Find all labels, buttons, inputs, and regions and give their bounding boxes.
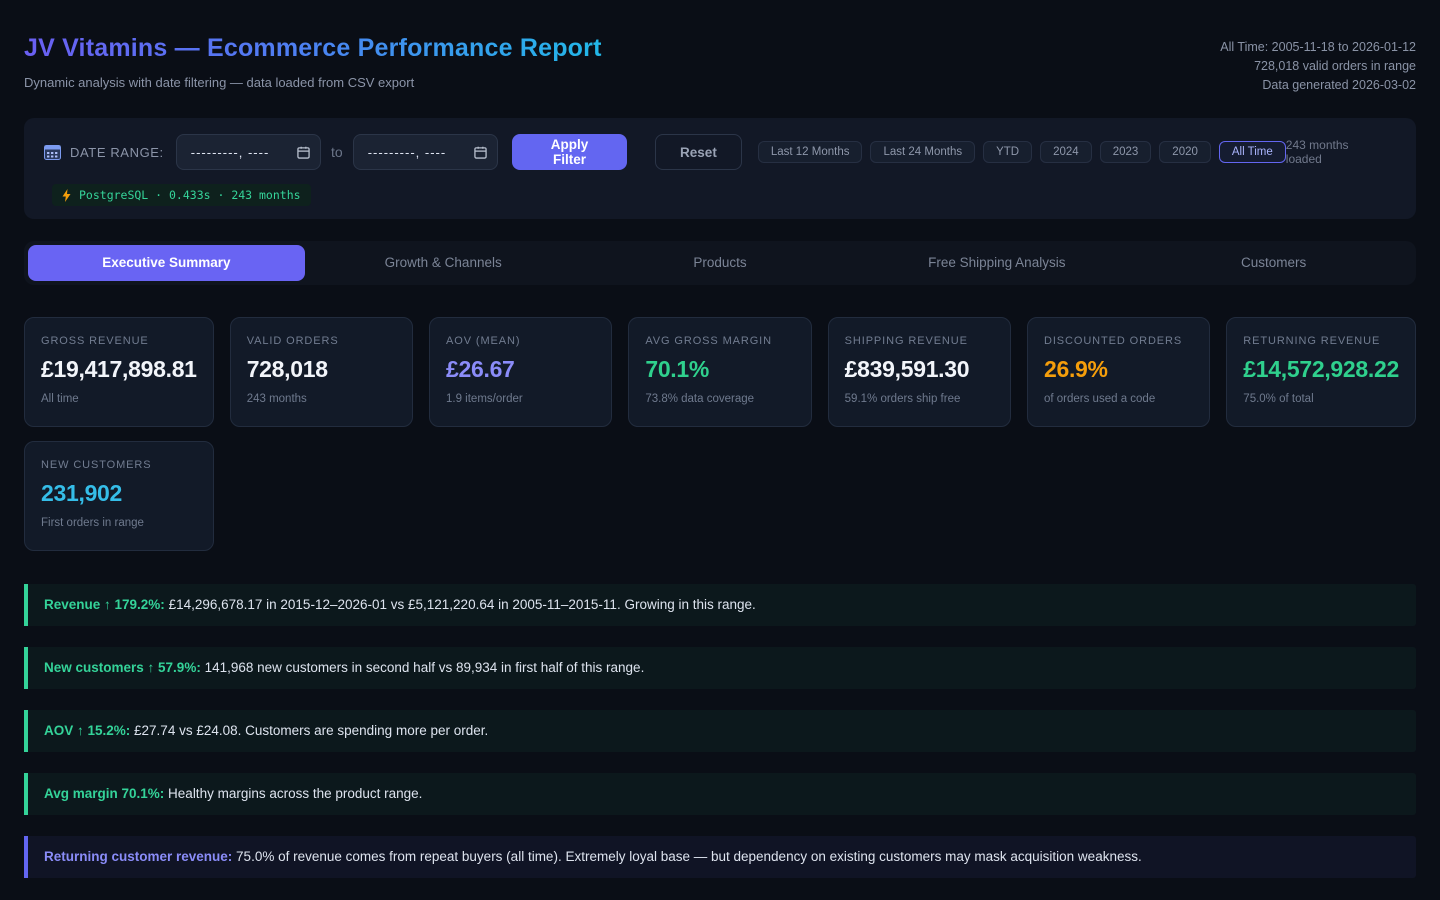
date-from-placeholder: ---------, ---- [191, 145, 270, 160]
tab-free-shipping-analysis[interactable]: Free Shipping Analysis [858, 245, 1135, 281]
kpi-sub: 75.0% of total [1243, 393, 1399, 405]
kpi-sub: of orders used a code [1044, 393, 1193, 405]
kpi-label: VALID ORDERS [247, 335, 396, 347]
date-from-input[interactable]: ---------, ---- [176, 134, 321, 170]
date-picker-icon[interactable] [297, 146, 310, 159]
kpi-label: AVG GROSS MARGIN [645, 335, 794, 347]
insight-lead: Returning customer revenue: [44, 849, 232, 864]
kpi-label: RETURNING REVENUE [1243, 335, 1399, 347]
kpi-value: 231,902 [41, 480, 197, 507]
kpi-label: DISCOUNTED ORDERS [1044, 335, 1193, 347]
date-filter-bar: DATE RANGE: ---------, ---- to ---------… [24, 118, 1416, 219]
kpi-value: £26.67 [446, 356, 595, 383]
kpi-value: £14,572,928.22 [1243, 356, 1399, 383]
insight-avg-margin: Avg margin 70.1%: Healthy margins across… [24, 773, 1416, 815]
tab-executive-summary[interactable]: Executive Summary [28, 245, 305, 281]
kpi-card-avg-gross-margin: AVG GROSS MARGIN 70.1% 73.8% data covera… [628, 317, 811, 427]
apply-filter-button[interactable]: Apply Filter [512, 134, 627, 170]
insight-aov-growth: AOV ↑ 15.2%: £27.74 vs £24.08. Customers… [24, 710, 1416, 752]
header-meta: All Time: 2005-11-18 to 2026-01-12 728,0… [1220, 38, 1416, 95]
insight-new-customers-growth: New customers ↑ 57.9%: 141,968 new custo… [24, 647, 1416, 689]
calendar-icon [44, 144, 61, 160]
kpi-value: £839,591.30 [845, 356, 994, 383]
kpi-value: 70.1% [645, 356, 794, 383]
page-subtitle: Dynamic analysis with date filtering — d… [24, 75, 1416, 90]
chip-2020[interactable]: 2020 [1159, 141, 1211, 163]
insight-lead: Avg margin 70.1%: [44, 786, 164, 801]
chip-all-time[interactable]: All Time [1219, 141, 1286, 163]
insight-text: 75.0% of revenue comes from repeat buyer… [232, 849, 1141, 864]
date-range-label: DATE RANGE: [70, 145, 164, 160]
insights-list: Revenue ↑ 179.2%: £14,296,678.17 in 2015… [24, 584, 1416, 878]
kpi-card-aov-mean: AOV (MEAN) £26.67 1.9 items/order [429, 317, 612, 427]
filter-controls-row: DATE RANGE: ---------, ---- to ---------… [44, 134, 1396, 170]
tab-growth-channels[interactable]: Growth & Channels [305, 245, 582, 281]
db-status-badge: PostgreSQL · 0.433s · 243 months [52, 184, 311, 206]
kpi-card-shipping-revenue: SHIPPING REVENUE £839,591.30 59.1% order… [828, 317, 1011, 427]
kpi-sub: All time [41, 393, 197, 405]
kpi-value: 728,018 [247, 356, 396, 383]
chip-2023[interactable]: 2023 [1100, 141, 1152, 163]
kpi-label: NEW CUSTOMERS [41, 459, 197, 471]
kpi-sub: 73.8% data coverage [645, 393, 794, 405]
insight-lead: Revenue ↑ 179.2%: [44, 597, 165, 612]
insight-lead: New customers ↑ 57.9%: [44, 660, 201, 675]
insight-returning-customer-revenue: Returning customer revenue: 75.0% of rev… [24, 836, 1416, 878]
insight-text: 141,968 new customers in second half vs … [201, 660, 645, 675]
kpi-card-returning-revenue: RETURNING REVENUE £14,572,928.22 75.0% o… [1226, 317, 1416, 427]
chip-last-24-months[interactable]: Last 24 Months [870, 141, 975, 163]
tab-products[interactable]: Products [582, 245, 859, 281]
kpi-label: GROSS REVENUE [41, 335, 197, 347]
kpi-label: SHIPPING REVENUE [845, 335, 994, 347]
insight-text: Healthy margins across the product range… [164, 786, 422, 801]
kpi-value: 26.9% [1044, 356, 1193, 383]
chip-2024[interactable]: 2024 [1040, 141, 1092, 163]
kpi-sub: First orders in range [41, 517, 197, 529]
kpi-card-new-customers: NEW CUSTOMERS 231,902 First orders in ra… [24, 441, 214, 551]
page: JV Vitamins — Ecommerce Performance Repo… [0, 0, 1440, 878]
insight-revenue-growth: Revenue ↑ 179.2%: £14,296,678.17 in 2015… [24, 584, 1416, 626]
tab-customers[interactable]: Customers [1135, 245, 1412, 281]
meta-valid-orders: 728,018 valid orders in range [1220, 57, 1416, 76]
months-loaded-label: 243 months loaded [1286, 138, 1396, 166]
kpi-label: AOV (MEAN) [446, 335, 595, 347]
kpi-card-valid-orders: VALID ORDERS 728,018 243 months [230, 317, 413, 427]
kpi-card-gross-revenue: GROSS REVENUE £19,417,898.81 All time [24, 317, 214, 427]
date-to-input[interactable]: ---------, ---- [353, 134, 498, 170]
chip-ytd[interactable]: YTD [983, 141, 1032, 163]
date-to-placeholder: ---------, ---- [368, 145, 447, 160]
insight-text: £27.74 vs £24.08. Customers are spending… [130, 723, 488, 738]
kpi-value: £19,417,898.81 [41, 356, 197, 383]
kpi-sub: 59.1% orders ship free [845, 393, 994, 405]
db-status-text: PostgreSQL · 0.433s · 243 months [79, 188, 301, 202]
insight-lead: AOV ↑ 15.2%: [44, 723, 130, 738]
kpi-grid: GROSS REVENUE £19,417,898.81 All time VA… [24, 317, 1416, 551]
quick-range-chips: Last 12 Months Last 24 Months YTD 2024 2… [758, 141, 1286, 163]
chip-last-12-months[interactable]: Last 12 Months [758, 141, 863, 163]
kpi-sub: 243 months [247, 393, 396, 405]
header: JV Vitamins — Ecommerce Performance Repo… [24, 0, 1416, 90]
insight-text: £14,296,678.17 in 2015-12–2026-01 vs £5,… [165, 597, 756, 612]
page-title: JV Vitamins — Ecommerce Performance Repo… [24, 34, 602, 63]
date-picker-icon[interactable] [474, 146, 487, 159]
kpi-sub: 1.9 items/order [446, 393, 595, 405]
meta-generated-date: Data generated 2026-03-02 [1220, 76, 1416, 95]
meta-all-time-range: All Time: 2005-11-18 to 2026-01-12 [1220, 38, 1416, 57]
report-tabs: Executive Summary Growth & Channels Prod… [24, 241, 1416, 285]
reset-button[interactable]: Reset [655, 134, 742, 170]
to-label: to [331, 144, 343, 160]
lightning-bolt-icon [62, 189, 71, 202]
kpi-card-discounted-orders: DISCOUNTED ORDERS 26.9% of orders used a… [1027, 317, 1210, 427]
